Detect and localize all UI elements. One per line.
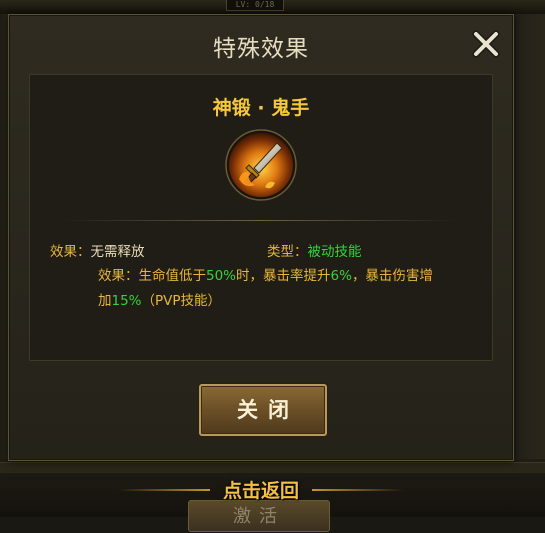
description-text-5: （PVP技能）: [141, 293, 222, 309]
close-icon[interactable]: [471, 29, 501, 59]
dialog-title: 特殊效果: [213, 36, 309, 62]
description-text-3: ，暴击伤害增: [351, 268, 433, 284]
background-right-strip: [512, 14, 545, 459]
description-text-4: 加: [98, 293, 112, 309]
description-pct-1: 50%: [206, 268, 237, 284]
description-pct-2: 6%: [330, 268, 352, 284]
activate-button[interactable]: 激活: [188, 500, 330, 532]
special-effect-dialog: 特殊效果 神锻 · 鬼手 效果：无需释放 类型：被动技能 效果：生命值低于50%…: [8, 14, 514, 461]
description-line-1: 效果：生命值低于50%时，暴击率提升6%，暴击伤害增: [98, 264, 433, 284]
background-left-strip: [0, 14, 8, 459]
level-indicator: LV: 0/18: [226, 0, 284, 11]
description-pct-3: 15%: [111, 293, 142, 309]
description-text-1: 生命值低于: [138, 268, 207, 284]
back-decor-line-right: [312, 489, 404, 491]
background-bottom-panel: [0, 462, 545, 473]
description-line-2: 加15%（PVP技能）: [98, 289, 221, 309]
click-to-return-button[interactable]: 点击返回: [210, 479, 312, 503]
effect-row: 效果：无需释放: [50, 240, 145, 260]
type-label: 类型：: [267, 244, 308, 260]
effect-label: 效果：: [50, 244, 91, 260]
sword-skill-icon: [225, 129, 297, 201]
description-label: 效果：: [98, 268, 139, 284]
type-value: 被动技能: [307, 244, 362, 260]
description-text-2: 时，暴击率提升: [236, 268, 331, 284]
skill-name: 神锻 · 鬼手: [212, 97, 310, 119]
section-divider: [60, 220, 460, 221]
type-row: 类型：被动技能: [267, 240, 362, 260]
effect-value: 无需释放: [90, 244, 145, 260]
skill-info-panel: 神锻 · 鬼手 效果：无需释放 类型：被动技能 效果：生命值低于50%时，暴击率…: [29, 74, 493, 361]
close-button[interactable]: 关闭: [199, 384, 327, 436]
back-decor-line-left: [118, 489, 210, 491]
